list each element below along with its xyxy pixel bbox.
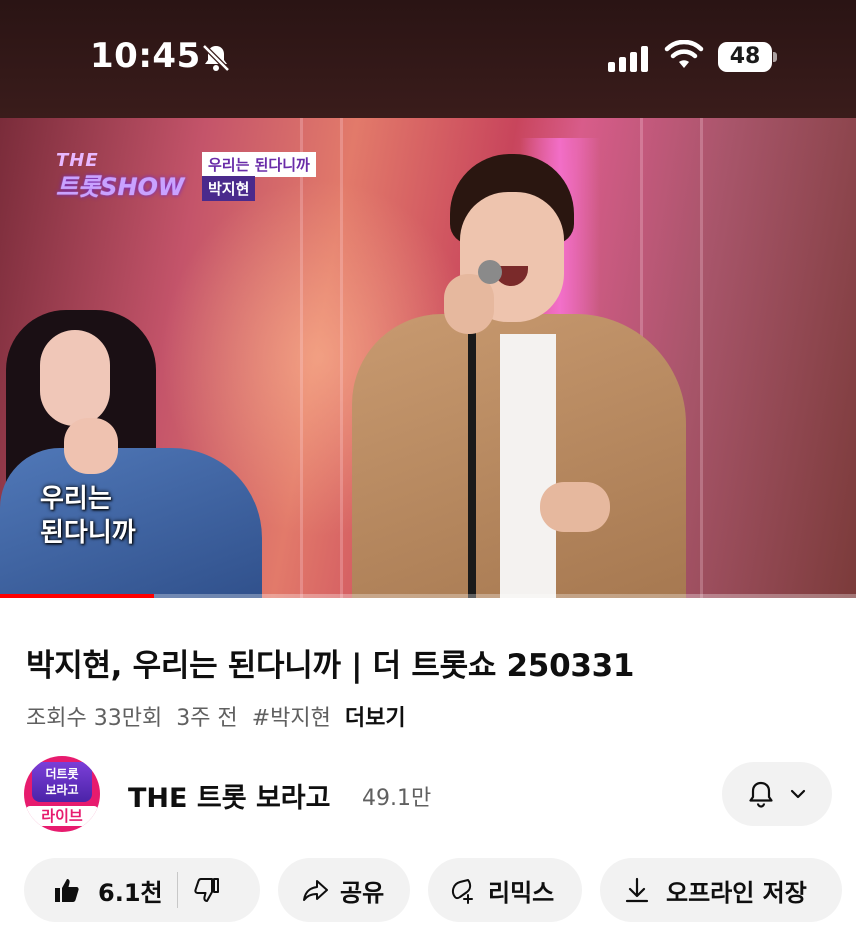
offline-save-button[interactable]: 오프라인 저장 xyxy=(600,858,842,922)
show-logo: THE 트롯SHOW xyxy=(56,150,185,201)
share-button[interactable]: 공유 xyxy=(278,858,410,922)
video-caption: 우리는 된다니까 xyxy=(40,484,136,548)
channel-name[interactable]: THE 트롯 보라고 xyxy=(128,776,330,815)
chevron-down-icon xyxy=(790,789,806,799)
offline-save-label: 오프라인 저장 xyxy=(666,878,807,907)
channel-avatar[interactable]: 더트롯 보라고 라이브 xyxy=(24,756,100,832)
battery-icon: 48 xyxy=(718,42,777,72)
video-title[interactable]: 박지현, 우리는 된다니까 | 더 트롯쇼 250331 xyxy=(26,640,634,685)
microphone xyxy=(478,260,502,284)
mic-stand xyxy=(468,294,476,598)
notification-bell-button[interactable] xyxy=(722,762,832,826)
remix-icon xyxy=(451,879,473,904)
thumbs-up-icon[interactable] xyxy=(52,875,82,905)
more-button[interactable]: 더보기 xyxy=(345,700,406,732)
bell-icon xyxy=(749,781,773,808)
remix-button[interactable]: 리믹스 xyxy=(428,858,582,922)
avatar-logo-text: 더트롯 보라고 xyxy=(32,762,92,802)
wifi-icon xyxy=(664,40,704,68)
battery-level: 48 xyxy=(729,44,761,69)
remix-label: 리믹스 xyxy=(488,878,555,907)
hashtag-link[interactable]: #박지현 xyxy=(252,700,331,732)
live-badge: 라이브 xyxy=(26,806,98,826)
download-icon xyxy=(625,877,649,903)
like-count[interactable]: 6.1천 xyxy=(98,873,163,908)
view-count: 조회수 33만회 xyxy=(26,706,163,731)
video-player[interactable]: THE 트롯SHOW 우리는 된다니까 박지현 우리는 된다니까 xyxy=(0,118,856,598)
cellular-signal-icon xyxy=(608,46,648,72)
video-meta[interactable]: 조회수 33만회 3주 전 #박지현 더보기 xyxy=(26,700,406,732)
artist-name-tag: 박지현 xyxy=(202,176,256,201)
like-dislike-group: 6.1천 xyxy=(24,858,260,922)
bell-slash-icon xyxy=(202,44,230,72)
share-icon xyxy=(303,880,328,901)
song-title-tag: 우리는 된다니까 xyxy=(202,152,316,177)
subscriber-count: 49.1만 xyxy=(362,786,432,811)
status-bar: 10:45 48 xyxy=(0,0,856,118)
divider xyxy=(176,872,178,908)
share-label: 공유 xyxy=(340,878,385,907)
thumbs-down-icon[interactable] xyxy=(192,875,222,905)
status-time: 10:45 xyxy=(90,36,201,76)
upload-age: 3주 전 xyxy=(176,706,238,731)
